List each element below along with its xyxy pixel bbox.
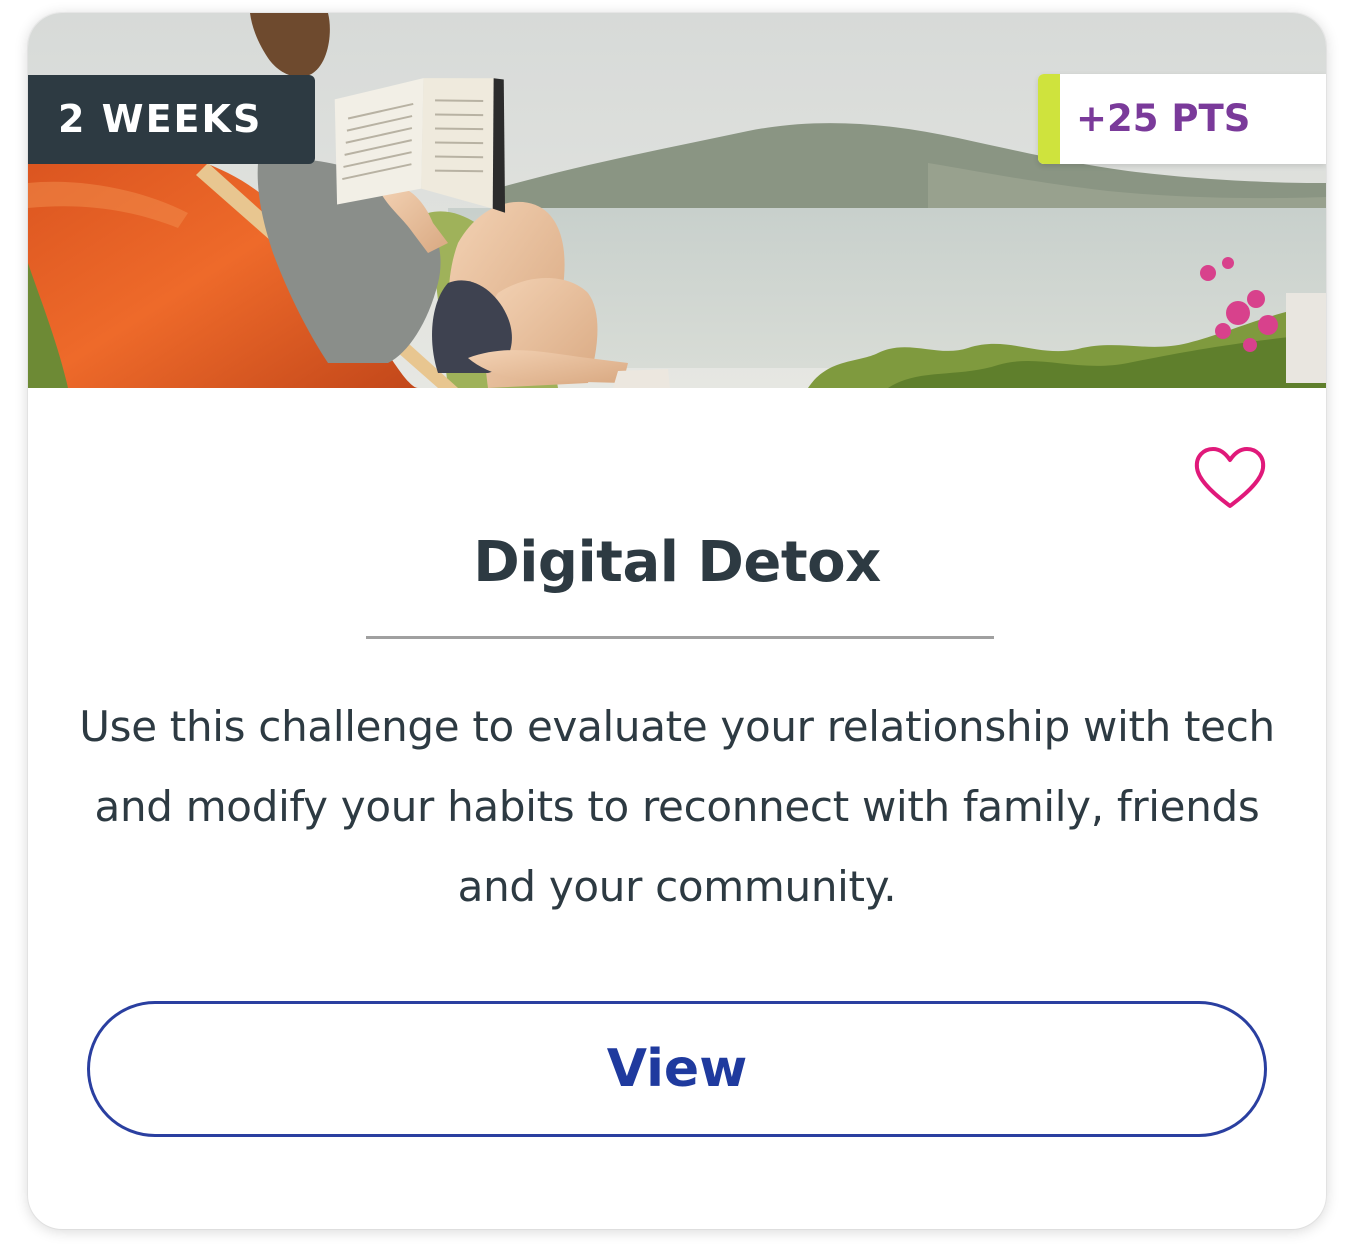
duration-badge: 2 WEEKS [28, 75, 315, 164]
points-badge: +25 PTS [1038, 74, 1326, 164]
title-divider [366, 636, 994, 639]
points-label: +25 PTS [1076, 97, 1251, 140]
hero-photo-illustration [28, 13, 1326, 388]
hero-image: 2 WEEKS +25 PTS [28, 13, 1326, 388]
challenge-description: Use this challenge to evaluate your rela… [79, 702, 1275, 911]
points-accent-bar [1038, 74, 1060, 164]
challenge-title: Digital Detox [473, 530, 881, 595]
view-button[interactable]: View [87, 1001, 1267, 1137]
challenge-card: 2 WEEKS +25 PTS Digital Detox Use this c… [28, 13, 1326, 1229]
heart-outline-icon [1194, 447, 1266, 508]
favorite-button[interactable] [1193, 446, 1267, 512]
